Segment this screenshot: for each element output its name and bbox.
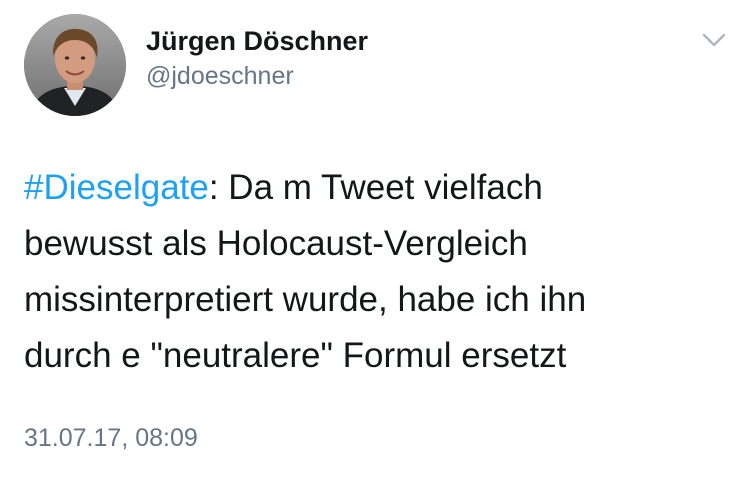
tweet-timestamp[interactable]: 31.07.17, 08:09: [24, 424, 198, 453]
tweet-line-1: #Dieselgate: Da m Tweet vielfach: [24, 160, 724, 216]
avatar[interactable]: [24, 14, 126, 116]
tweet-line-4: durch e "neutralere" Formul ersetzt: [24, 336, 567, 375]
tweet-text: #Dieselgate: Da m Tweet vielfach bewusst…: [24, 160, 724, 384]
author-handle[interactable]: @jdoeschner: [146, 62, 294, 91]
author-name[interactable]: Jürgen Döschner: [146, 26, 368, 57]
tweet-line-1-text: : Da m Tweet vielfach: [208, 168, 543, 207]
hashtag-link[interactable]: #Dieselgate: [24, 168, 209, 207]
tweet-line-3: missinterpretiert wurde, habe ich ihn: [24, 280, 587, 319]
tweet-line-2: bewusst als Holocaust-Vergleich: [24, 224, 528, 263]
avatar-image: [24, 14, 126, 116]
tweet-card: Jürgen Döschner @jdoeschner #Dieselgate:…: [0, 0, 750, 480]
chevron-down-icon[interactable]: [700, 30, 728, 50]
